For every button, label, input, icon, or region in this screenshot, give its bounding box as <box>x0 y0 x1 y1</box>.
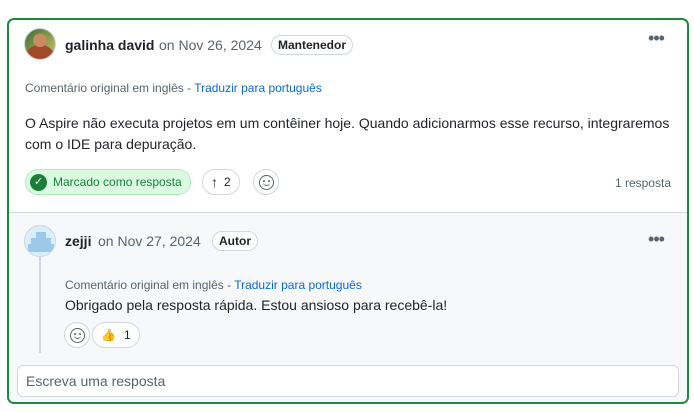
avatar[interactable] <box>24 28 56 60</box>
marked-as-answer-badge[interactable]: ✓ Marcado como resposta <box>25 169 191 195</box>
thumbs-up-reaction[interactable]: 👍 1 <box>92 322 140 348</box>
add-reaction-button[interactable] <box>253 169 279 195</box>
translation-notice: Comentário original em inglês - Traduzir… <box>65 278 362 292</box>
translation-notice-text: Comentário original em inglês - <box>65 278 235 292</box>
comment-body: O Aspire não executa projetos em um cont… <box>25 115 670 152</box>
check-circle-icon: ✓ <box>30 173 47 191</box>
reply-body: Obrigado pela resposta rápida. Estou ans… <box>65 297 448 313</box>
upvote-button[interactable]: ↑ 2 <box>202 169 240 195</box>
author-name[interactable]: galinha david <box>65 37 154 53</box>
comment-date[interactable]: on Nov 27, 2024 <box>98 233 201 249</box>
translate-link[interactable]: Traduzir para português <box>234 278 362 292</box>
upvote-count: 2 <box>224 175 231 189</box>
kebab-horizontal-icon[interactable]: ••• <box>644 29 668 50</box>
reply-count[interactable]: 1 resposta <box>615 176 671 190</box>
answer-label: Marcado como resposta <box>53 175 182 189</box>
thumbs-up-count: 1 <box>123 328 131 342</box>
author-name[interactable]: zejji <box>65 233 91 249</box>
main-comment: galinha david on Nov 26, 2024 Mantenedor… <box>9 20 687 212</box>
translation-notice-text: Comentário original em inglês - <box>25 81 195 95</box>
translate-link[interactable]: Traduzir para português <box>194 81 322 95</box>
reply-input[interactable] <box>17 365 679 397</box>
discussion-comment-card: galinha david on Nov 26, 2024 Mantenedor… <box>7 18 689 404</box>
thumbs-up-icon: 👍 <box>101 328 116 342</box>
author-badge: Autor <box>212 231 258 251</box>
kebab-horizontal-icon[interactable]: ••• <box>644 230 668 251</box>
translation-notice: Comentário original em inglês - Traduzir… <box>25 81 322 95</box>
smiley-icon <box>69 327 85 343</box>
thread-line <box>39 253 41 353</box>
comment-date[interactable]: on Nov 26, 2024 <box>159 37 262 53</box>
smiley-icon <box>258 174 274 190</box>
reply-thread: zejji on Nov 27, 2024 Autor ••• Comentár… <box>9 212 687 402</box>
arrow-up-icon: ↑ <box>211 174 218 190</box>
add-reaction-button[interactable] <box>64 322 90 348</box>
avatar[interactable] <box>24 225 56 257</box>
maintainer-badge: Mantenedor <box>271 35 354 55</box>
